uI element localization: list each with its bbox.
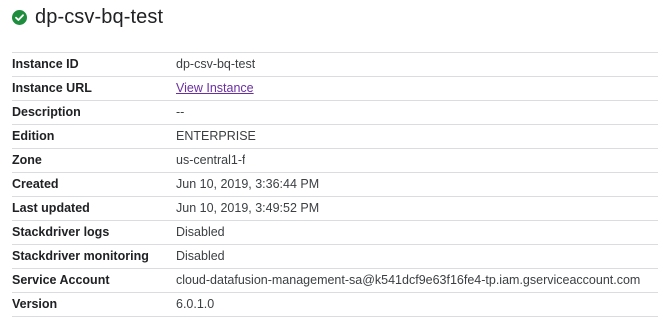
detail-label: Stackdriver monitoring xyxy=(12,249,149,263)
detail-label: Last updated xyxy=(12,201,90,215)
detail-row-edition: Edition ENTERPRISE xyxy=(12,125,658,149)
detail-row-zone: Zone us-central1-f xyxy=(12,149,658,173)
instance-details-table: Instance ID dp-csv-bq-test Instance URL … xyxy=(12,52,658,317)
detail-value-service-account: cloud-datafusion-management-sa@k541dcf9e… xyxy=(176,273,641,287)
detail-row-stackdriver-monitoring: Stackdriver monitoring Disabled xyxy=(12,245,658,269)
detail-value-stackdriver-monitoring: Disabled xyxy=(176,249,225,263)
detail-row-stackdriver-logs: Stackdriver logs Disabled xyxy=(12,221,658,245)
detail-label: Instance URL xyxy=(12,81,92,95)
detail-value-instance-id: dp-csv-bq-test xyxy=(176,57,256,71)
detail-value-edition: ENTERPRISE xyxy=(176,129,256,143)
detail-value-created: Jun 10, 2019, 3:36:44 PM xyxy=(176,177,320,191)
detail-label: Created xyxy=(12,177,59,191)
view-instance-link[interactable]: View Instance xyxy=(176,77,254,100)
instance-header: dp-csv-bq-test xyxy=(12,4,163,30)
detail-row-created: Created Jun 10, 2019, 3:36:44 PM xyxy=(12,173,658,197)
detail-label: Instance ID xyxy=(12,57,79,71)
detail-value-stackdriver-logs: Disabled xyxy=(176,225,225,239)
detail-row-instance-id: Instance ID dp-csv-bq-test xyxy=(12,53,658,77)
detail-row-last-updated: Last updated Jun 10, 2019, 3:49:52 PM xyxy=(12,197,658,221)
detail-value-zone: us-central1-f xyxy=(176,153,246,167)
detail-value-last-updated: Jun 10, 2019, 3:49:52 PM xyxy=(176,201,320,215)
page-title: dp-csv-bq-test xyxy=(35,6,164,28)
detail-label: Zone xyxy=(12,153,42,167)
detail-value-description: -- xyxy=(176,105,185,119)
detail-row-version: Version 6.0.1.0 xyxy=(12,293,658,317)
detail-label: Stackdriver logs xyxy=(12,225,110,239)
detail-row-service-account: Service Account cloud-datafusion-managem… xyxy=(12,269,658,293)
detail-label: Version xyxy=(12,297,58,311)
detail-label: Service Account xyxy=(12,273,110,287)
detail-label: Description xyxy=(12,105,81,119)
detail-row-instance-url: Instance URL View Instance xyxy=(12,77,658,101)
check-circle-icon xyxy=(12,9,27,25)
detail-label: Edition xyxy=(12,129,55,143)
detail-row-description: Description -- xyxy=(12,101,658,125)
detail-value-version: 6.0.1.0 xyxy=(176,297,215,311)
